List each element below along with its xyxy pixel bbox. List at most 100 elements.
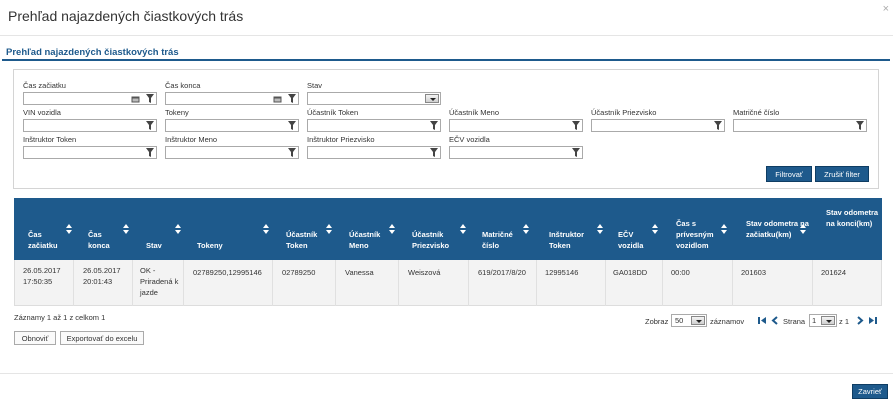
refresh-button[interactable]: Obnoviť [14,331,56,345]
filter-label-tokeny: Tokeny [165,108,189,117]
column-header[interactable]: Účastník Token [286,229,330,251]
section-divider [2,59,890,61]
table-cell: OK - Priradená k jazde [140,266,179,297]
instruktor-priezvisko-input[interactable] [307,146,441,159]
ucastnik-priezvisko-input[interactable] [591,119,725,132]
filter-icon[interactable] [428,120,440,131]
filter-label-ucastnik-meno: Účastník Meno [449,108,500,117]
filter-icon[interactable] [286,120,298,131]
table-cell: 12995146 [545,268,579,277]
sort-icon[interactable] [652,224,658,234]
sort-icon[interactable] [800,224,806,234]
instruktor-token-input[interactable] [23,146,157,159]
cas-zaciatku-input[interactable] [23,92,157,105]
table-row[interactable]: 26.05.2017 17:50:35 26.05.2017 20:01:43 … [14,260,882,306]
table-cell: 26.05.2017 20:01:43 [83,266,121,286]
prev-page-icon[interactable] [770,315,780,326]
sort-icon[interactable] [66,224,72,234]
filter-label-ecv: EČV vozidla [449,135,490,144]
last-page-icon[interactable] [868,315,878,326]
filter-icon[interactable] [144,120,156,131]
table-cell: Weiszová [408,268,441,277]
column-header[interactable]: Stav odometra na konci(km) [826,207,880,229]
grid-header: Čas začiatku Čas konca Stav Tokeny Účast… [14,198,882,260]
column-header[interactable]: Inštruktor Token [549,229,599,251]
filter-label-cas-zaciatku: Čas začiatku [23,81,66,90]
page-value: 1 [812,316,817,325]
export-excel-button[interactable]: Exportovať do excelu [60,331,144,345]
chevron-down-icon[interactable] [821,316,835,325]
table-cell: 201624 [821,268,847,277]
sort-icon[interactable] [175,224,181,234]
table-cell: 201603 [741,268,767,277]
footer-divider [0,373,893,374]
tokeny-input[interactable] [165,119,299,132]
table-cell: GA018DD [613,268,648,277]
filter-button[interactable]: Filtrovať [766,166,812,182]
filter-icon[interactable] [712,120,724,131]
column-header[interactable]: Čas s prívesným vozidlom [676,218,722,251]
filter-icon[interactable] [144,147,156,158]
first-page-icon[interactable] [757,315,767,326]
filter-label-instruktor-priezvisko: Inštruktor Priezvisko [307,135,375,144]
sort-icon[interactable] [721,224,727,234]
filter-label-stav: Stav [307,81,323,90]
cas-konca-input[interactable] [165,92,299,105]
filter-icon[interactable] [428,147,440,158]
chevron-down-icon[interactable] [691,316,705,325]
sort-icon[interactable] [597,224,603,234]
table-cell: 02789250 [282,268,316,277]
sort-icon[interactable] [389,224,395,234]
calendar-icon[interactable] [271,93,283,104]
filter-panel: Čas začiatku Čas konca Stav VIN vozidla … [13,69,879,189]
calendar-icon[interactable] [129,93,141,104]
table-cell: 619/2017/8/20 [478,268,526,277]
filter-icon[interactable] [570,147,582,158]
column-header[interactable]: Tokeny [197,240,237,251]
section-title: Prehľad najazdených čiastkových trás [6,47,179,58]
column-header[interactable]: EČV vozidla [618,229,654,251]
filter-label-ucastnik-token: Účastník Token [307,108,359,117]
ucastnik-meno-input[interactable] [449,119,583,132]
column-header[interactable]: Účastník Priezvisko [412,229,462,251]
next-page-icon[interactable] [855,315,865,326]
filter-label-instruktor-meno: Inštruktor Meno [165,135,218,144]
records-label: záznamov [710,317,745,326]
filter-icon[interactable] [286,93,298,104]
dialog-title: Prehľad najazdených čiastkových trás [8,8,244,24]
ucastnik-token-input[interactable] [307,119,441,132]
column-header[interactable]: Stav [146,240,176,251]
column-header[interactable]: Matričné číslo [482,229,522,251]
instruktor-meno-input[interactable] [165,146,299,159]
filter-icon[interactable] [570,120,582,131]
vin-input[interactable] [23,119,157,132]
column-header[interactable]: Čas začiatku [28,229,68,251]
sort-icon[interactable] [523,224,529,234]
close-button[interactable]: Zavrieť [852,384,888,399]
filter-icon[interactable] [144,93,156,104]
filter-label-vin: VIN vozidla [23,108,61,117]
sort-icon[interactable] [263,224,269,234]
sort-icon[interactable] [326,224,332,234]
page-size-value: 50 [675,316,684,325]
filter-label-instruktor-token: Inštruktor Token [23,135,77,144]
filter-icon[interactable] [854,120,866,131]
filter-icon[interactable] [286,147,298,158]
sort-icon[interactable] [460,224,466,234]
table-cell: 02789250,12995146 [193,268,262,277]
maticne-cislo-input[interactable] [733,119,867,132]
page-select[interactable]: 1 [809,314,837,327]
page-size-select[interactable]: 50 [671,314,707,327]
clear-filter-button[interactable]: Zrušiť filter [815,166,869,182]
column-header[interactable]: Účastník Meno [349,229,391,251]
page-label: Strana [783,317,806,326]
ecv-input[interactable] [449,146,583,159]
stav-select[interactable] [307,92,441,105]
dialog-header: Prehľad najazdených čiastkových trás × [0,0,893,36]
sort-icon[interactable] [123,224,129,234]
column-header[interactable]: Čas konca [88,229,124,251]
page-size-label: Zobraz [645,317,669,326]
chevron-down-icon[interactable] [425,94,439,103]
close-icon[interactable]: × [883,4,889,15]
filter-label-ucastnik-priezvisko: Účastník Priezvisko [591,108,657,117]
